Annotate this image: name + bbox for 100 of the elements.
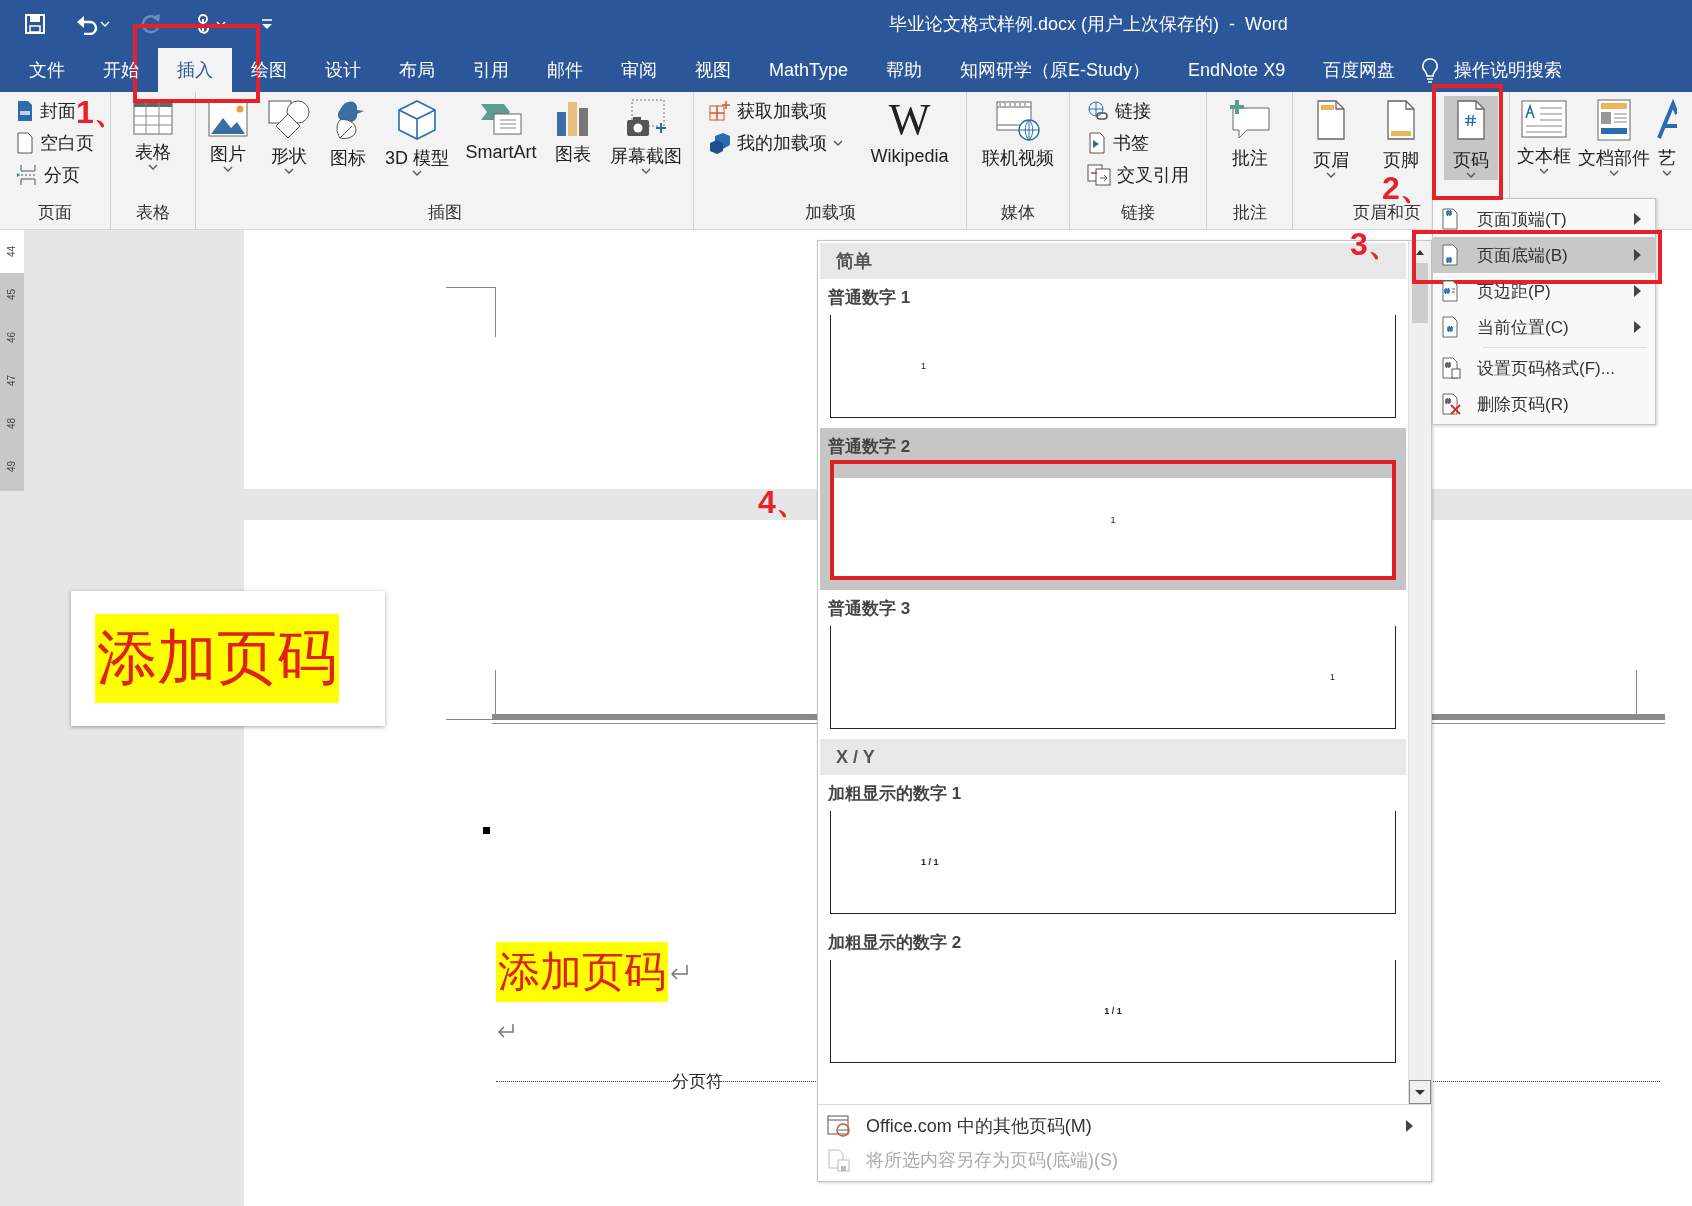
ribbon-button[interactable]: 书签 (1083, 128, 1153, 158)
page-break-label: 分页符 (672, 1071, 723, 1093)
submenu-arrow-icon (1634, 213, 1641, 225)
ribbon-button[interactable]: SmartArt (459, 96, 543, 165)
cover-page-icon (16, 100, 34, 122)
ribbon-tab[interactable]: 引用 (454, 48, 528, 92)
redo-icon (140, 13, 162, 35)
group-label: 批注 (1231, 202, 1268, 224)
step-number: 1、 (76, 98, 126, 126)
ribbon-button[interactable]: 交叉引用 (1083, 160, 1193, 190)
ribbon-tab[interactable]: 帮助 (867, 48, 942, 92)
ribbon-tab[interactable]: 设计 (306, 48, 380, 92)
menu-item[interactable]: 当前位置(C) (1433, 309, 1655, 345)
menu-item[interactable]: 删除页码(R) (1433, 386, 1655, 422)
ribbon-tab[interactable]: MathType (750, 48, 868, 92)
window-title: 毕业论文格式样例.docx (用户上次保存的) - Word (888, 13, 1289, 36)
ribbon-button[interactable]: 页眉 (1304, 96, 1358, 180)
caret-icon (283, 168, 294, 174)
undo-icon (76, 13, 98, 35)
highlighted-text: 添加页码 (496, 942, 668, 1002)
gallery-item[interactable]: 加粗显示的数字 1 1 / 1 (820, 775, 1406, 924)
format-number-icon (1441, 357, 1461, 379)
group-label: 页面 (37, 202, 73, 224)
gallery-item[interactable]: 普通数字 2 1 (820, 428, 1406, 590)
caret-icon (148, 164, 158, 170)
gallery-item[interactable]: 加粗显示的数字 2 1 / 1 (820, 924, 1406, 1073)
ribbon-tab[interactable]: 布局 (380, 48, 454, 92)
ribbon-tab[interactable]: 百度网盘 (1304, 48, 1415, 92)
section-heading: X / Y (820, 739, 1406, 775)
menu-item[interactable]: 页面顶端(T) (1433, 201, 1655, 237)
ribbon-tab[interactable]: EndNote X9 (1169, 48, 1305, 92)
ribbon-button[interactable]: 文档部件 (1575, 96, 1653, 178)
ribbon-button[interactable]: 图标 (322, 96, 375, 172)
submenu-arrow-icon (1634, 285, 1641, 297)
ribbon-button[interactable]: 3D 模型 (378, 96, 455, 178)
ribbon-button[interactable]: 分页 (12, 160, 84, 190)
save-selection-icon (826, 1148, 852, 1172)
ribbon-button[interactable]: 页脚 (1374, 96, 1428, 174)
paragraph-mark-icon (668, 962, 690, 982)
ribbon-button[interactable]: 联机视频 (976, 96, 1060, 172)
ribbon-button[interactable]: 图片 (201, 96, 256, 174)
ribbon-button[interactable]: 表格 (126, 96, 180, 172)
group-label: 链接 (1120, 202, 1156, 224)
caret-icon (1662, 170, 1672, 176)
gallery-item[interactable]: 普通数字 3 1 (820, 590, 1406, 739)
document-parts-icon (1596, 98, 1632, 142)
gallery-item-title: 普通数字 1 (828, 286, 912, 309)
page-top-icon (1441, 208, 1461, 230)
cross-reference-icon (1087, 164, 1111, 186)
ribbon-button[interactable]: 艺 (1654, 96, 1680, 178)
ribbon-button[interactable]: W Wikipedia (864, 96, 955, 169)
group-label: 页眉和页 (1353, 203, 1421, 224)
caret-icon (1466, 172, 1476, 178)
caret-icon (640, 168, 651, 174)
caret-icon (1609, 170, 1619, 176)
ribbon-tab[interactable]: 插入 (158, 48, 232, 92)
ruler-number: 45 (6, 288, 18, 301)
ribbon-tab[interactable]: 审阅 (602, 48, 676, 92)
scroll-down-icon[interactable] (1414, 1088, 1426, 1096)
corner-mark (446, 287, 496, 337)
submenu-arrow-icon (1634, 321, 1641, 333)
gallery-item-title: 加粗显示的数字 1 (828, 782, 963, 805)
group-label: 插图 (426, 202, 463, 224)
group-label: 加载项 (803, 202, 857, 224)
ruler-number: 47 (6, 374, 18, 387)
ribbon-tab[interactable]: 视图 (676, 48, 750, 92)
page-number-text: 1 (1330, 672, 1335, 682)
ribbon-button[interactable]: 页码 (1444, 96, 1498, 180)
menu-item[interactable]: Office.com 中的其他页码(M) (818, 1109, 1431, 1143)
ribbon-tab[interactable]: 知网研学（原E-Study） (941, 48, 1170, 92)
ribbon-button[interactable]: 屏幕截图 (603, 96, 688, 176)
step-number: 2、 (1382, 174, 1432, 202)
gallery-item[interactable]: 普通数字 1 1 (820, 279, 1406, 428)
ribbon-tab[interactable]: 邮件 (528, 48, 602, 92)
add-in-grid-icon (709, 100, 732, 122)
menu-item[interactable]: 页边距(P) (1433, 273, 1655, 309)
ribbon-button[interactable]: 空白页 (12, 128, 98, 158)
scroll-up-icon[interactable] (1415, 249, 1425, 255)
tell-me-search[interactable]: 操作说明搜索 (1454, 58, 1563, 82)
bookmark-icon (1087, 132, 1107, 154)
ribbon-button[interactable]: 链接 (1083, 96, 1155, 126)
cube-icon (395, 98, 438, 142)
ribbon-button[interactable]: 获取加载项 (705, 96, 832, 126)
ribbon-button[interactable]: 我的加载项 (705, 128, 848, 158)
ribbon-button[interactable]: 图表 (547, 96, 600, 168)
ribbon-button[interactable]: 批注 (1220, 96, 1279, 172)
ribbon-button[interactable]: 形状 (259, 96, 318, 176)
delete-number-icon (1441, 393, 1461, 415)
text-box-icon (1520, 98, 1568, 140)
caret-icon (100, 21, 110, 27)
ribbon-button[interactable]: 文本框 (1514, 96, 1574, 176)
ruler-number: 46 (6, 331, 18, 344)
menu-item[interactable]: 页面底端(B) (1433, 237, 1655, 273)
caret-icon (1326, 172, 1336, 178)
menu-item[interactable]: 设置页码格式(F)... (1433, 350, 1655, 386)
group-label: 媒体 (1000, 202, 1036, 224)
submenu-arrow-icon (1406, 1120, 1413, 1132)
step-number: 3、 (1350, 230, 1400, 258)
ribbon-tab[interactable]: 文件 (10, 48, 84, 92)
gallery-item-title: 加粗显示的数字 2 (828, 931, 963, 954)
